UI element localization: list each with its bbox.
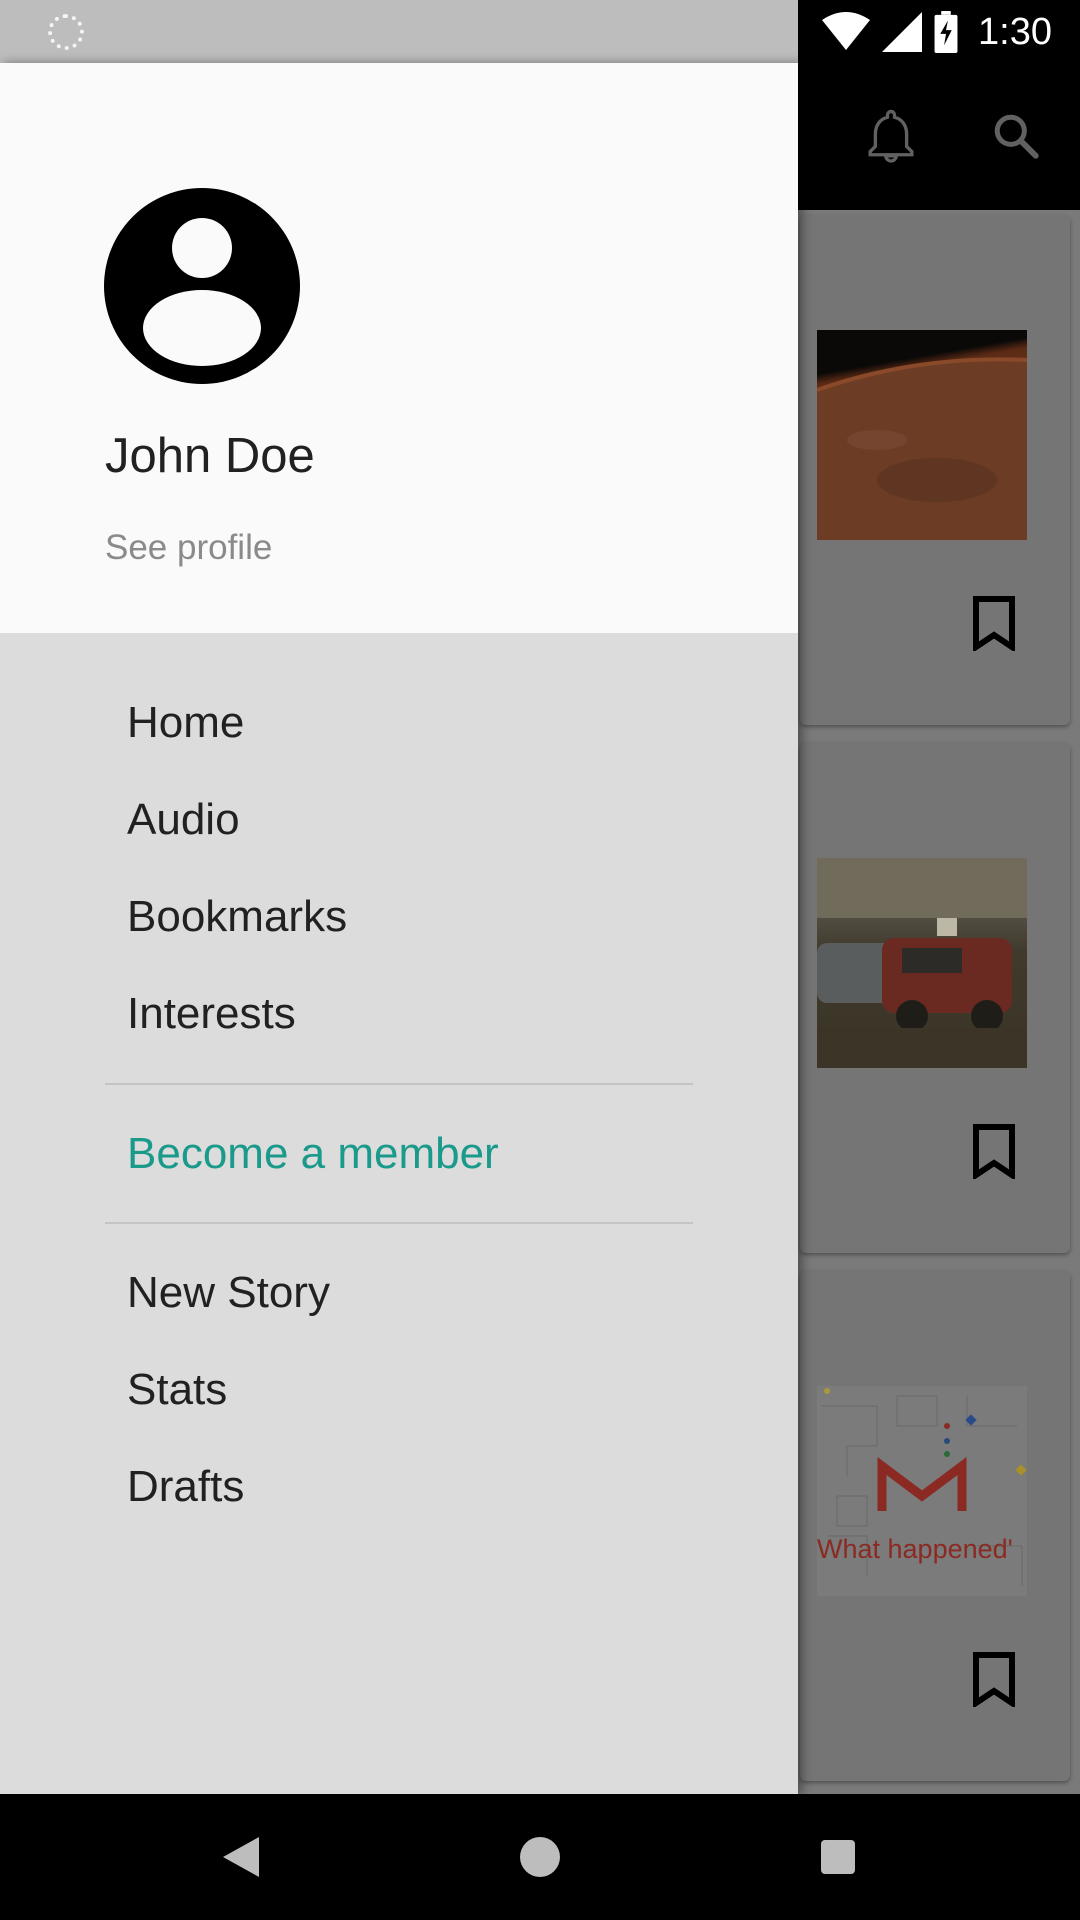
signal-icon: [882, 12, 923, 52]
menu-item-audio[interactable]: Audio: [127, 790, 240, 850]
demolition-derby-photo: [817, 858, 1027, 1068]
menu-item-stats[interactable]: Stats: [127, 1360, 227, 1420]
card-thumbnail: [817, 330, 1027, 540]
see-profile-link[interactable]: See profile: [105, 528, 272, 568]
gmail-graphic: What happened': [817, 1388, 1027, 1586]
menu-item-home[interactable]: Home: [127, 693, 244, 753]
back-button[interactable]: [206, 1822, 276, 1892]
system-nav-bar: [0, 1794, 1080, 1920]
divider: [105, 1083, 693, 1085]
divider: [105, 1222, 693, 1224]
home-icon: [520, 1837, 560, 1877]
status-bar-scrim: [0, 0, 798, 63]
card-thumbnail: [817, 858, 1027, 1068]
menu-item-new-story[interactable]: New Story: [127, 1263, 330, 1323]
navigation-drawer: John Doe See profile Home Audio Bookmark…: [0, 63, 798, 1794]
menu-item-become-member[interactable]: Become a member: [127, 1124, 499, 1184]
bookmark-icon[interactable]: [972, 595, 1016, 651]
card-thumbnail: What happened': [817, 1386, 1027, 1596]
story-card[interactable]: What happened': [800, 1271, 1070, 1781]
recents-button[interactable]: [803, 1822, 873, 1892]
account-circle-icon[interactable]: [104, 188, 300, 384]
bookmark-icon[interactable]: [972, 1651, 1016, 1707]
recents-icon: [821, 1840, 855, 1874]
user-name: John Doe: [105, 429, 315, 483]
story-card[interactable]: [800, 215, 1070, 725]
drawer-header[interactable]: John Doe See profile: [0, 63, 798, 633]
search-icon: [994, 114, 1039, 159]
sync-icon: [48, 14, 84, 50]
menu-item-bookmarks[interactable]: Bookmarks: [127, 887, 347, 947]
bookmark-icon[interactable]: [972, 1123, 1016, 1179]
search-button[interactable]: [971, 91, 1061, 181]
menu-item-drafts[interactable]: Drafts: [127, 1457, 244, 1517]
notifications-button[interactable]: [846, 91, 936, 181]
status-bar: 1:30: [0, 0, 1080, 63]
status-icons: 1:30: [822, 8, 1052, 56]
home-button[interactable]: [505, 1822, 575, 1892]
battery-charging-icon: [934, 11, 958, 53]
bell-icon: [868, 109, 914, 163]
wifi-icon: [822, 12, 871, 50]
thumbnail-caption: What happened': [817, 1534, 1013, 1564]
story-card[interactable]: [800, 743, 1070, 1253]
status-time: 1:30: [978, 10, 1052, 53]
back-icon: [223, 1837, 259, 1877]
mars-photo: [817, 357, 1027, 540]
menu-item-interests[interactable]: Interests: [127, 984, 296, 1044]
status-bar-system: 1:30: [798, 0, 1080, 63]
